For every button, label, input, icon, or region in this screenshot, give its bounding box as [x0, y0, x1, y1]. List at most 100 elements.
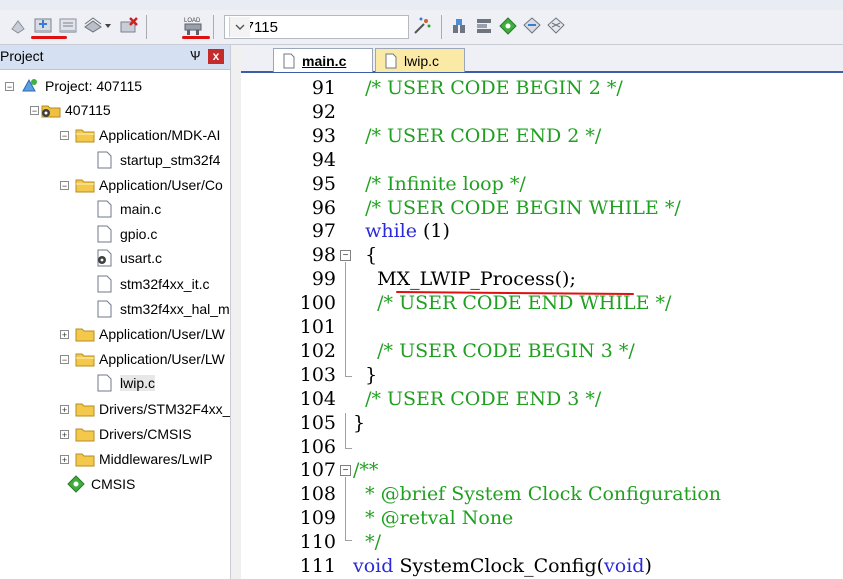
toolbar-separator [146, 15, 147, 39]
project-icon [20, 77, 42, 95]
pin-icon[interactable]: Ѱ [190, 48, 200, 63]
expand-icon[interactable]: + [60, 430, 69, 440]
tree-node-label: Drivers/CMSIS [99, 426, 192, 442]
folder-icon [74, 400, 96, 418]
books-icon[interactable] [546, 16, 566, 36]
run-time-environment-icon[interactable] [498, 16, 518, 36]
line-number: 104 [299, 387, 336, 410]
tree-node-group[interactable]: Application/User/LW [74, 348, 225, 370]
fold-toggle-icon[interactable]: − [340, 250, 351, 261]
code-line: while (1) [353, 220, 450, 242]
line-number: 93 [311, 124, 336, 147]
tree-node-file[interactable]: stm32f4xx_it.c [95, 273, 209, 295]
folder-icon [74, 350, 96, 368]
chevron-down-icon[interactable] [102, 16, 114, 36]
code-token: { [353, 244, 378, 267]
tree-node-file[interactable]: usart.c [95, 247, 162, 269]
target-options-icon[interactable] [412, 16, 432, 36]
fold-margin [336, 73, 350, 579]
project-panel-header: Project Ѱ x [0, 45, 230, 70]
tree-node-file[interactable]: stm32f4xx_hal_m [95, 298, 230, 320]
code-editor[interactable]: 91 92 93 94 95 96 97 98 99 100 101 102 103 104 105 106 1… [241, 73, 843, 579]
tree-node-group[interactable]: Middlewares/LwIP [74, 448, 213, 470]
tree-node-file[interactable]: gpio.c [95, 223, 157, 245]
collapse-icon[interactable]: − [60, 355, 69, 365]
panel-splitter[interactable] [230, 45, 241, 579]
tree-node-label: stm32f4xx_hal_m [120, 301, 230, 317]
tree-node-label: lwip.c [120, 375, 156, 391]
code-line: /* USER CODE END WHILE */ [353, 292, 671, 314]
code-token: /* USER CODE BEGIN 2 */ [353, 77, 623, 99]
translate-icon[interactable] [8, 16, 28, 36]
build-icon[interactable] [33, 16, 53, 36]
line-number: 101 [299, 316, 336, 338]
collapse-icon[interactable]: − [30, 106, 39, 116]
tree-node-label: Application/MDK-AI [99, 127, 221, 143]
code-token: /** [353, 459, 379, 482]
pack-installer-icon[interactable] [474, 16, 494, 36]
line-number: 98 [311, 244, 336, 267]
code-line: MX_LWIP_Process(); [353, 268, 576, 290]
code-token: /* USER CODE BEGIN 3 */ [353, 339, 635, 362]
line-number: 91 [311, 77, 336, 99]
line-number: 110 [299, 531, 336, 554]
code-token: * @retval [353, 507, 456, 530]
batch-build-icon[interactable] [83, 16, 103, 36]
tab-main-c[interactable]: main.c [273, 48, 373, 72]
expand-icon[interactable]: + [60, 330, 69, 340]
fold-toggle-icon[interactable]: − [340, 465, 351, 476]
tree-node-group[interactable]: Application/User/Co [74, 174, 223, 196]
code-line: * @retval None [353, 507, 513, 529]
build-toolbar: LOAD 407115 [0, 10, 843, 45]
tab-lwip-c[interactable]: lwip.c [375, 48, 465, 72]
code-token: /* USER CODE END 2 */ [353, 124, 602, 147]
software-packs-icon[interactable] [522, 16, 542, 36]
code-line: /* USER CODE BEGIN 3 */ [353, 340, 635, 362]
tree-node-label: Application/User/Co [99, 177, 223, 193]
collapse-icon[interactable]: − [60, 181, 69, 191]
line-number: 96 [311, 196, 336, 219]
collapse-icon[interactable]: − [60, 131, 69, 141]
fold-guide [345, 540, 352, 541]
tree-node-group[interactable]: Drivers/STM32F4xx_ [74, 398, 230, 420]
line-number: 99 [311, 268, 336, 291]
tree-node-group[interactable]: Application/User/LW [74, 323, 225, 345]
tree-node-file[interactable]: main.c [95, 198, 161, 220]
code-line: /* USER CODE END 3 */ [353, 388, 601, 410]
line-number: 106 [299, 435, 336, 458]
line-number: 102 [299, 339, 336, 362]
line-number: 97 [311, 220, 336, 243]
file-icon [95, 200, 117, 218]
code-token: /* Infinite loop */ [353, 172, 526, 195]
tree-node-file[interactable]: lwip.c [95, 372, 156, 394]
chevron-down-icon[interactable] [229, 17, 250, 37]
tree-node-file[interactable]: startup_stm32f4 [95, 149, 220, 171]
tab-label: lwip.c [404, 52, 440, 69]
file-gear-icon [95, 249, 117, 267]
tree-node-project[interactable]: Project: 407115 [20, 75, 142, 97]
code-token: /* USER CODE BEGIN WHILE */ [353, 196, 681, 219]
stop-build-icon[interactable] [119, 16, 139, 36]
collapse-icon[interactable]: − [5, 82, 14, 92]
tree-node-group[interactable]: Drivers/CMSIS [74, 423, 192, 445]
toolbar-separator [441, 15, 442, 39]
expand-icon[interactable]: + [60, 405, 69, 415]
expand-icon[interactable]: + [60, 455, 69, 465]
fold-guide [345, 477, 346, 540]
tree-node-label: Application/User/LW [99, 351, 225, 367]
tree-node-target[interactable]: 407115 [40, 99, 111, 121]
line-number-gutter: 91 92 93 94 95 96 97 98 99 100 101 102 103 104 105 106 1… [241, 73, 336, 579]
file-icon [384, 53, 398, 69]
tree-node-cmsis[interactable]: CMSIS [66, 473, 135, 495]
rebuild-icon[interactable] [58, 16, 78, 36]
tree-node-group[interactable]: Application/MDK-AI [74, 124, 220, 146]
target-select[interactable]: 407115 [224, 15, 409, 39]
manage-components-icon[interactable] [450, 16, 470, 36]
tree-node-label: usart.c [120, 250, 163, 266]
line-number: 95 [311, 172, 336, 195]
folder-icon [74, 176, 96, 194]
tab-label: main.c [302, 52, 347, 69]
project-tree: − Project: 407115 − 407115 − Application… [0, 70, 230, 579]
download-icon[interactable]: LOAD [178, 16, 208, 36]
close-icon[interactable]: x [208, 49, 224, 64]
